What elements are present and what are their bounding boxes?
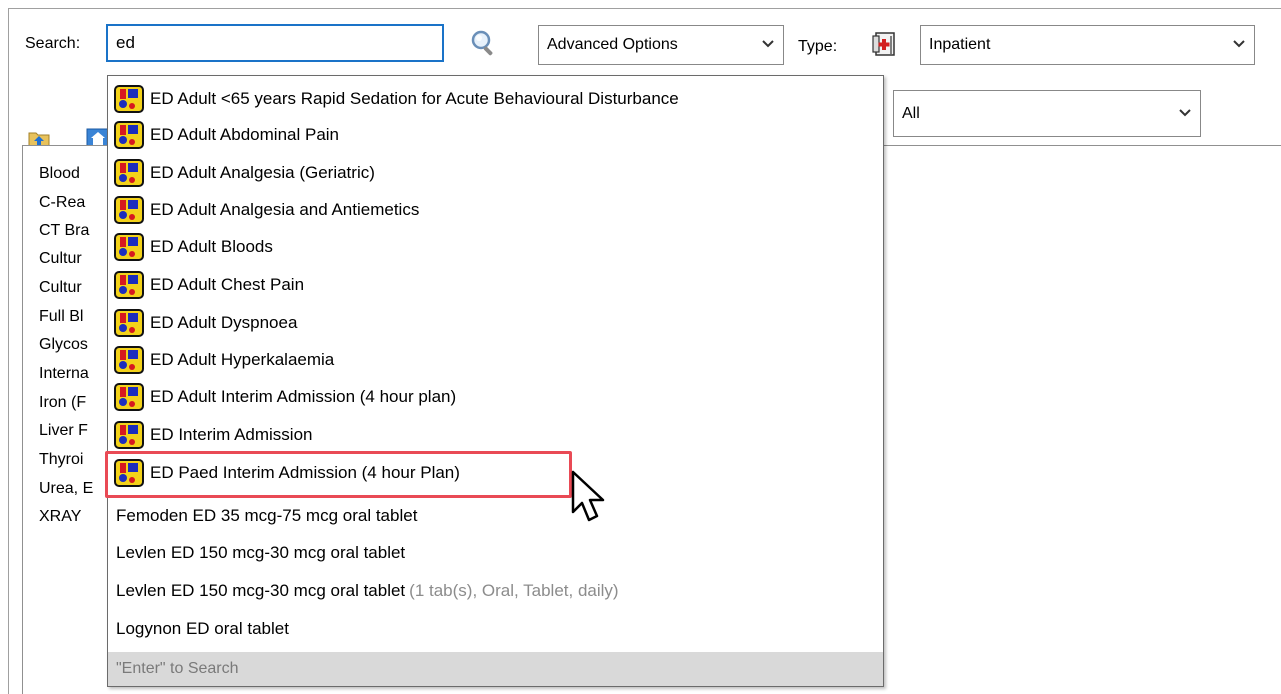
filter-value: All	[902, 104, 920, 122]
chevron-down-icon	[1232, 36, 1246, 54]
search-suggestions-dropdown: ED Adult <65 years Rapid Sedation for Ac…	[107, 75, 884, 687]
suggestion-label: ED Adult Interim Admission (4 hour plan)	[150, 387, 457, 406]
suggestion-label: ED Adult Analgesia (Geriatric)	[150, 163, 375, 182]
suggestion-label: ED Adult Hyperkalaemia	[150, 350, 335, 369]
powerplan-icon	[114, 121, 144, 149]
suggestion-item[interactable]: Logynon ED oral tablet	[108, 611, 883, 647]
powerplan-icon	[114, 159, 144, 187]
advanced-options-select[interactable]: Advanced Options	[538, 25, 784, 65]
suggestion-item[interactable]: ED Adult Chest Pain	[108, 267, 883, 303]
powerplan-icon	[114, 459, 144, 487]
suggestion-item[interactable]: ED Adult <65 years Rapid Sedation for Ac…	[108, 81, 883, 117]
suggestion-item[interactable]: ED Adult Analgesia (Geriatric)	[108, 155, 883, 191]
suggestion-label: ED Adult Bloods	[150, 237, 273, 256]
suggestion-item[interactable]: ED Adult Analgesia and Antiemetics	[108, 192, 883, 228]
suggestion-label: ED Interim Admission	[150, 425, 313, 444]
advanced-options-value: Advanced Options	[547, 36, 678, 53]
suggestion-item[interactable]: Levlen ED 150 mcg-30 mcg oral tablet	[108, 535, 883, 571]
suggestion-label: Levlen ED 150 mcg-30 mcg oral tablet	[116, 543, 406, 562]
powerplan-icon	[114, 271, 144, 299]
suggestion-item[interactable]: ED Adult Hyperkalaemia	[108, 342, 883, 378]
suggestion-item[interactable]: ED Adult Abdominal Pain	[108, 117, 883, 153]
suggestion-label: ED Adult <65 years Rapid Sedation for Ac…	[150, 89, 679, 108]
powerplan-icon	[114, 383, 144, 411]
powerplan-icon	[114, 309, 144, 337]
suggestion-label: ED Adult Chest Pain	[150, 275, 305, 294]
suggestion-item[interactable]: Levlen ED 150 mcg-30 mcg oral tablet (1 …	[108, 573, 883, 609]
suggestion-label: ED Adult Analgesia and Antiemetics	[150, 200, 420, 219]
suggestion-detail: (1 tab(s), Oral, Tablet, daily)	[409, 581, 619, 600]
suggestion-item[interactable]: ED Interim Admission	[108, 417, 883, 453]
powerplan-icon	[114, 233, 144, 261]
suggestion-label: Logynon ED oral tablet	[116, 619, 289, 638]
suggestion-item[interactable]: ED Adult Interim Admission (4 hour plan)	[108, 379, 883, 415]
chevron-down-icon	[1178, 105, 1192, 123]
suggestion-item-selected[interactable]: ED Paed Interim Admission (4 hour Plan)	[108, 455, 883, 491]
search-input-box[interactable]	[106, 24, 444, 62]
suggestion-label: ED Paed Interim Admission (4 hour Plan)	[150, 463, 460, 482]
powerplan-icon	[114, 85, 144, 113]
search-input[interactable]	[108, 26, 442, 60]
suggestion-item[interactable]: ED Adult Dyspnoea	[108, 305, 883, 341]
powerplan-icon	[114, 196, 144, 224]
type-label: Type:	[798, 38, 838, 55]
suggestion-label: Femoden ED 35 mcg-75 mcg oral tablet	[116, 506, 418, 525]
filter-select[interactable]: All	[893, 90, 1201, 137]
suggestion-label: Levlen ED 150 mcg-30 mcg oral tablet	[116, 581, 406, 600]
powerplan-icon	[114, 421, 144, 449]
magnifier-icon[interactable]	[468, 28, 500, 60]
search-label: Search:	[25, 35, 81, 52]
suggestion-item[interactable]: ED Adult Bloods	[108, 229, 883, 265]
type-select[interactable]: Inpatient	[920, 25, 1255, 65]
medical-record-icon	[870, 29, 900, 59]
suggestion-label: ED Adult Abdominal Pain	[150, 125, 340, 144]
dropdown-footer-hint: "Enter" to Search	[108, 652, 883, 686]
type-value: Inpatient	[929, 36, 991, 53]
chevron-down-icon	[761, 36, 775, 54]
suggestion-item[interactable]: Femoden ED 35 mcg-75 mcg oral tablet	[108, 498, 883, 534]
powerplan-icon	[114, 346, 144, 374]
suggestion-label: ED Adult Dyspnoea	[150, 313, 298, 332]
